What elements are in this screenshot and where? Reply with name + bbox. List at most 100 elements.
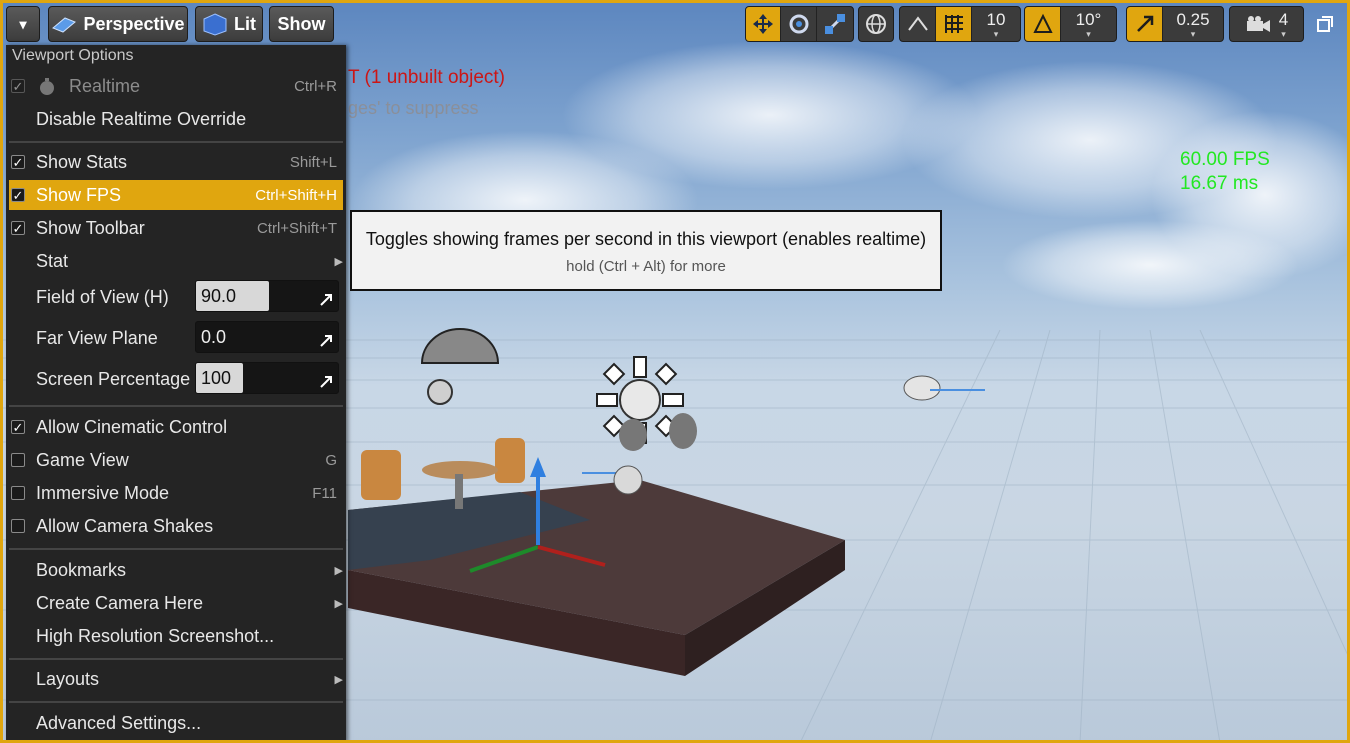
menu-item-layouts[interactable]: Layouts ▶ bbox=[9, 664, 343, 694]
submenu-arrow-icon: ▶ bbox=[334, 255, 343, 268]
submenu-arrow-icon: ▶ bbox=[334, 564, 343, 577]
show-fps-label: Show FPS bbox=[36, 184, 122, 205]
translate-mode-button[interactable] bbox=[746, 7, 782, 41]
rotate-icon bbox=[789, 14, 809, 34]
atmosphere-icon bbox=[619, 413, 697, 451]
reflection-capture-icon bbox=[427, 379, 453, 405]
screen-percentage-value: 100 bbox=[201, 368, 232, 388]
menu-separator bbox=[9, 548, 343, 550]
realtime-label: Realtime bbox=[69, 75, 141, 96]
game-view-shortcut: G bbox=[325, 451, 337, 469]
perspective-label: Perspective bbox=[83, 13, 185, 34]
menu-item-advanced-settings[interactable]: Advanced Settings... bbox=[9, 708, 343, 738]
advanced-settings-label: Advanced Settings... bbox=[36, 712, 202, 733]
menu-item-game-view[interactable]: Game View G bbox=[9, 445, 343, 475]
scale-snap-group: 0.25 ▾ bbox=[1126, 6, 1224, 42]
high-resolution-screenshot-label: High Resolution Screenshot... bbox=[36, 625, 275, 646]
menu-separator bbox=[9, 141, 343, 143]
immersive-mode-shortcut: F11 bbox=[312, 484, 337, 502]
show-stats-checkbox[interactable]: ✓ bbox=[11, 155, 25, 169]
chevron-down-icon: ▾ bbox=[19, 15, 27, 32]
rotation-snap-toggle[interactable] bbox=[1025, 7, 1061, 41]
realtime-shortcut: Ctrl+R bbox=[294, 77, 337, 95]
grid-snap-group: 10 ▾ bbox=[899, 6, 1021, 42]
menu-item-bookmarks[interactable]: Bookmarks ▶ bbox=[9, 555, 343, 585]
world-local-toggle[interactable] bbox=[859, 7, 893, 41]
fps-readout: 60.00 FPS 16.67 ms bbox=[1180, 148, 1270, 196]
menu-item-show-stats[interactable]: ✓ Show Stats Shift+L bbox=[9, 147, 343, 177]
fps-value: 60.00 FPS bbox=[1180, 149, 1270, 170]
chevron-down-icon: ▾ bbox=[993, 29, 999, 39]
show-fps-tooltip: Toggles showing frames per second in thi… bbox=[350, 210, 942, 291]
allow-cinematic-control-checkbox[interactable]: ✓ bbox=[11, 420, 25, 434]
realtime-checkbox[interactable]: ✓ bbox=[11, 79, 25, 93]
menu-item-show-fps[interactable]: ✓ Show FPS Ctrl+Shift+H bbox=[9, 180, 343, 210]
field-of-view-label: Field of View (H) bbox=[36, 286, 169, 307]
menu-item-disable-realtime-override[interactable]: Disable Realtime Override bbox=[9, 104, 343, 134]
expand-icon bbox=[320, 376, 332, 388]
menu-item-immersive-mode[interactable]: Immersive Mode F11 bbox=[9, 478, 343, 508]
maximize-viewport-button[interactable] bbox=[1311, 6, 1339, 42]
menu-item-stat[interactable]: Stat ▶ bbox=[9, 246, 343, 276]
menu-item-create-camera-here[interactable]: Create Camera Here ▶ bbox=[9, 588, 343, 618]
expand-icon bbox=[320, 294, 332, 306]
far-view-plane-input[interactable]: 0.0 bbox=[195, 321, 339, 353]
far-view-plane-label: Far View Plane bbox=[36, 327, 158, 348]
menu-separator bbox=[9, 405, 343, 407]
camera-speed-dropdown[interactable]: 4 ▾ bbox=[1230, 7, 1303, 41]
fog-icon bbox=[903, 375, 985, 401]
expand-icon bbox=[320, 335, 332, 347]
allow-camera-shakes-checkbox[interactable] bbox=[11, 519, 25, 533]
field-of-view-input[interactable]: 90.0 bbox=[195, 280, 339, 312]
grid-snap-value-dropdown[interactable]: 10 ▾ bbox=[972, 7, 1020, 41]
viewport-options-button[interactable]: ▾ bbox=[6, 6, 40, 42]
submenu-arrow-icon: ▶ bbox=[334, 673, 343, 686]
menu-item-show-toolbar[interactable]: ✓ Show Toolbar Ctrl+Shift+T bbox=[9, 213, 343, 243]
rotation-snap-value-dropdown[interactable]: 10° ▾ bbox=[1061, 7, 1116, 41]
grid-snap-toggle[interactable] bbox=[936, 7, 972, 41]
lighting-warning: T (1 unbuilt object) bbox=[348, 67, 506, 88]
game-view-label: Game View bbox=[36, 449, 129, 470]
menu-item-allow-cinematic-control[interactable]: ✓ Allow Cinematic Control bbox=[9, 412, 343, 442]
disable-realtime-override-label: Disable Realtime Override bbox=[36, 108, 247, 129]
scale-snap-value-dropdown[interactable]: 0.25 ▾ bbox=[1163, 7, 1223, 41]
sky-cloud bbox=[1000, 220, 1300, 310]
angle-icon bbox=[1032, 13, 1053, 33]
show-flags-button[interactable]: Show bbox=[269, 6, 334, 42]
menu-separator bbox=[9, 701, 343, 703]
show-fps-checkbox[interactable]: ✓ bbox=[11, 188, 25, 202]
tooltip-text: Toggles showing frames per second in thi… bbox=[365, 229, 927, 249]
screen-percentage-input[interactable]: 100 bbox=[195, 362, 339, 394]
grid-snap-value: 10 bbox=[986, 10, 1006, 29]
game-view-checkbox[interactable] bbox=[11, 453, 25, 467]
camera-speed-group: 4 ▾ bbox=[1229, 6, 1304, 42]
surface-snap-icon bbox=[907, 16, 928, 31]
show-toolbar-label: Show Toolbar bbox=[36, 217, 145, 238]
globe-icon bbox=[866, 14, 886, 34]
menu-item-realtime[interactable]: ✓ Realtime Ctrl+R bbox=[9, 71, 343, 101]
chevron-down-icon: ▾ bbox=[1086, 29, 1091, 39]
scale-mode-button[interactable] bbox=[817, 7, 853, 41]
rotate-mode-button[interactable] bbox=[781, 7, 817, 41]
perspective-button[interactable]: Perspective bbox=[48, 6, 188, 42]
show-toolbar-checkbox[interactable]: ✓ bbox=[11, 221, 25, 235]
bookmarks-label: Bookmarks bbox=[36, 559, 127, 580]
maximize-icon bbox=[1317, 16, 1333, 32]
lit-label: Lit bbox=[234, 13, 256, 34]
move-arrows-icon bbox=[753, 14, 774, 34]
chevron-down-icon: ▾ bbox=[1190, 29, 1196, 39]
menu-item-high-resolution-screenshot[interactable]: High Resolution Screenshot... bbox=[9, 621, 343, 651]
rotation-snap-value: 10° bbox=[1075, 10, 1102, 29]
menu-item-allow-camera-shakes[interactable]: Allow Camera Shakes bbox=[9, 511, 343, 541]
frame-time-value: 16.67 ms bbox=[1180, 173, 1259, 194]
coordinate-system-group bbox=[858, 6, 894, 42]
scale-icon bbox=[824, 13, 845, 35]
scale-snap-toggle[interactable] bbox=[1127, 7, 1163, 41]
immersive-mode-checkbox[interactable] bbox=[11, 486, 25, 500]
show-label: Show bbox=[277, 13, 326, 34]
surface-snap-button[interactable] bbox=[900, 7, 936, 41]
allow-cinematic-control-label: Allow Cinematic Control bbox=[36, 416, 228, 437]
show-stats-shortcut: Shift+L bbox=[289, 153, 337, 171]
view-mode-button[interactable]: Lit bbox=[195, 6, 263, 42]
player-start-icon bbox=[582, 465, 643, 495]
